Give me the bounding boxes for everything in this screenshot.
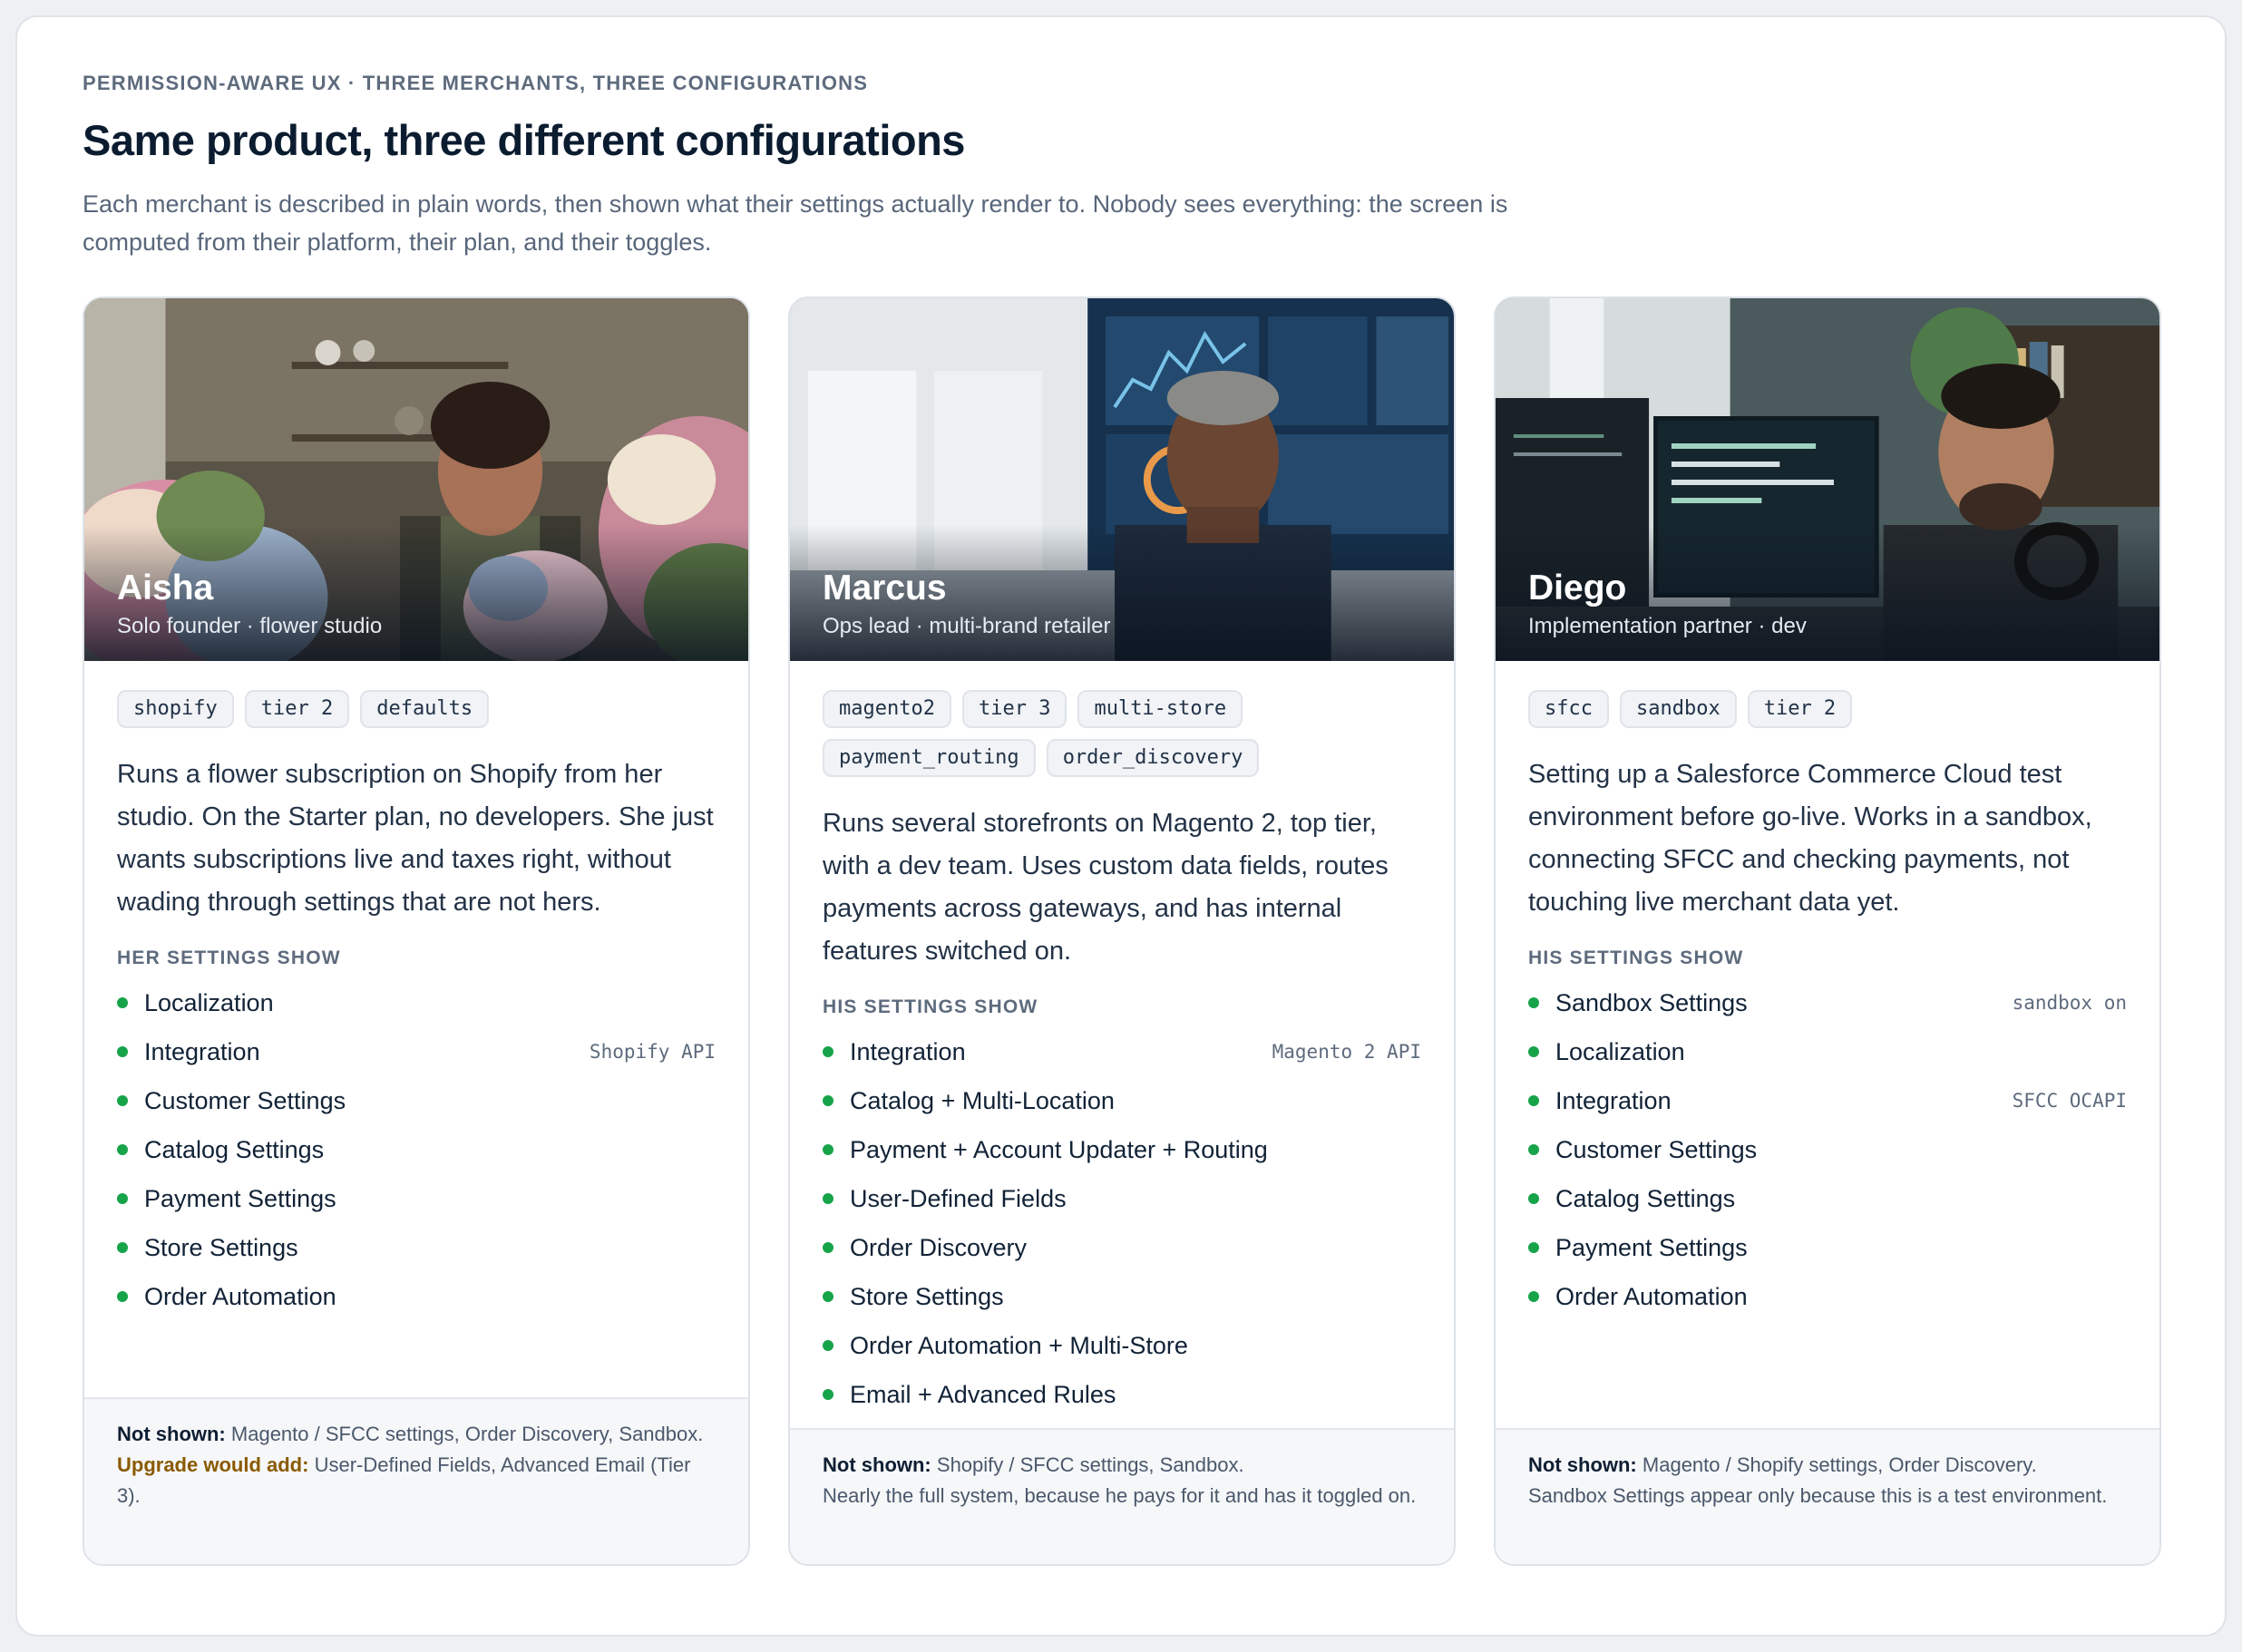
tag: magento2	[823, 690, 951, 728]
tag: sandbox	[1619, 690, 1737, 728]
bullet-icon	[117, 1046, 128, 1057]
tag: multi-store	[1077, 690, 1243, 728]
tag: sfcc	[1528, 690, 1609, 728]
bullet-icon	[117, 1095, 128, 1106]
bullet-icon	[1528, 1291, 1539, 1302]
tag: tier 2	[1747, 690, 1853, 728]
bullet-icon	[1528, 1095, 1539, 1106]
bullet-icon	[1528, 1242, 1539, 1253]
merchant-role: Ops lead · multi-brand retailer	[823, 614, 1111, 638]
bullet-icon	[823, 1046, 833, 1057]
settings-item: Order Automation	[1528, 1272, 2127, 1321]
settings-item: Localization	[117, 978, 716, 1027]
merchant-description: Setting up a Salesforce Commerce Cloud t…	[1528, 760, 2092, 917]
page-header: PERMISSION-AWARE UX · THREE MERCHANTS, T…	[83, 72, 1624, 261]
settings-item: Integration SFCC OCAPI	[1528, 1076, 2127, 1125]
settings-item: Integration Shopify API	[117, 1027, 716, 1076]
settings-item: Customer Settings	[1528, 1125, 2127, 1174]
settings-item: Order Automation	[117, 1272, 716, 1321]
card-footer: Not shown: Magento / Shopify settings, O…	[1496, 1428, 2159, 1564]
bullet-icon	[823, 1144, 833, 1155]
not-shown-text: Magento / SFCC settings, Order Discovery…	[230, 1423, 704, 1445]
merchant-role: Solo founder · flower studio	[117, 614, 383, 638]
bullet-icon	[1528, 1046, 1539, 1057]
upgrade-label: Upgrade would add:	[117, 1453, 309, 1476]
merchant-description: Runs a flower subscription on Shopify fr…	[117, 760, 714, 917]
settings-item: Catalog + Multi-Location	[823, 1076, 1421, 1125]
bullet-icon	[823, 1242, 833, 1253]
settings-item: Order Discovery	[823, 1223, 1421, 1272]
settings-label: HIS SETTINGS SHOW	[1528, 947, 1744, 968]
settings-item: Sandbox Settings sandbox on	[1528, 978, 2127, 1027]
bullet-icon	[1528, 1144, 1539, 1155]
bullet-icon	[117, 1242, 128, 1253]
settings-item: Store Settings	[823, 1272, 1421, 1321]
settings-item: Customer Settings	[117, 1076, 716, 1125]
bullet-icon	[823, 1291, 833, 1302]
settings-item: User-Defined Fields	[823, 1174, 1421, 1223]
tag: order_discovery	[1046, 739, 1260, 777]
settings-label: HIS SETTINGS SHOW	[823, 996, 1038, 1017]
merchant-card-aisha: Aisha Solo founder · flower studio shopi…	[83, 296, 750, 1566]
card-footer: Not shown: Shopify / SFCC settings, Sand…	[790, 1428, 1454, 1564]
eyebrow: PERMISSION-AWARE UX · THREE MERCHANTS, T…	[83, 72, 869, 94]
settings-item: Localization	[1528, 1027, 2127, 1076]
page-frame: PERMISSION-AWARE UX · THREE MERCHANTS, T…	[15, 15, 2227, 1637]
not-shown-label: Not shown:	[117, 1423, 226, 1445]
tag: payment_routing	[823, 739, 1036, 777]
tag-list: shopify tier 2 defaults	[117, 690, 716, 728]
bullet-icon	[117, 1144, 128, 1155]
settings-item: Catalog Settings	[1528, 1174, 2127, 1223]
settings-item: Payment Settings	[117, 1174, 716, 1223]
bullet-icon	[1528, 997, 1539, 1008]
bullet-icon	[823, 1340, 833, 1351]
tag: tier 3	[961, 690, 1067, 728]
bullet-icon	[823, 1193, 833, 1204]
merchant-name: Diego	[1528, 568, 1627, 607]
settings-list: Sandbox Settings sandbox on Localization …	[1528, 978, 2127, 1321]
tag: defaults	[360, 690, 490, 728]
merchant-name: Aisha	[117, 568, 214, 607]
settings-item: Email + Advanced Rules	[823, 1370, 1421, 1419]
merchant-card-diego: Diego Implementation partner · dev sfcc …	[1494, 296, 2161, 1566]
merchant-photo-marcus: Marcus Ops lead · multi-brand retailer	[790, 298, 1454, 661]
bullet-icon	[117, 997, 128, 1008]
tag-list: sfcc sandbox tier 2	[1528, 690, 2127, 728]
bullet-icon	[117, 1193, 128, 1204]
page-subtitle: Each merchant is described in plain word…	[83, 190, 1508, 256]
settings-list: Integration Magento 2 API Catalog + Multi…	[823, 1027, 1421, 1419]
merchant-cards: Aisha Solo founder · flower studio shopi…	[83, 296, 2161, 1566]
bullet-icon	[823, 1095, 833, 1106]
settings-item: Payment + Account Updater + Routing	[823, 1125, 1421, 1174]
bullet-icon	[823, 1389, 833, 1400]
merchant-role: Implementation partner · dev	[1528, 614, 1807, 638]
tag: shopify	[117, 690, 234, 728]
merchant-photo-diego: Diego Implementation partner · dev	[1496, 298, 2159, 661]
settings-item: Order Automation + Multi-Store	[823, 1321, 1421, 1370]
not-shown-label: Not shown:	[823, 1453, 931, 1476]
tag: tier 2	[244, 690, 350, 728]
tag-list: magento2 tier 3 multi-store payment_rout…	[823, 690, 1421, 777]
bullet-icon	[1528, 1193, 1539, 1204]
not-shown-text: Shopify / SFCC settings, Sandbox.	[936, 1453, 1244, 1476]
settings-item: Integration Magento 2 API	[823, 1027, 1421, 1076]
merchant-description: Runs several storefronts on Magento 2, t…	[823, 809, 1389, 966]
merchant-photo-aisha: Aisha Solo founder · flower studio	[84, 298, 748, 661]
settings-item: Store Settings	[117, 1223, 716, 1272]
not-shown-label: Not shown:	[1528, 1453, 1637, 1476]
page-title: Same product, three different configurat…	[83, 116, 965, 164]
footer-note: Sandbox Settings appear only because thi…	[1528, 1484, 2108, 1507]
bullet-icon	[117, 1291, 128, 1302]
not-shown-text: Magento / Shopify settings, Order Discov…	[1642, 1453, 2037, 1476]
merchant-name: Marcus	[823, 568, 947, 607]
settings-list: Localization Integration Shopify API Cust…	[117, 978, 716, 1321]
merchant-card-marcus: Marcus Ops lead · multi-brand retailer m…	[788, 296, 1456, 1566]
settings-item: Payment Settings	[1528, 1223, 2127, 1272]
settings-label: HER SETTINGS SHOW	[117, 947, 341, 968]
card-footer: Not shown: Magento / SFCC settings, Orde…	[84, 1397, 748, 1564]
footer-note: Nearly the full system, because he pays …	[823, 1484, 1417, 1507]
settings-item: Catalog Settings	[117, 1125, 716, 1174]
